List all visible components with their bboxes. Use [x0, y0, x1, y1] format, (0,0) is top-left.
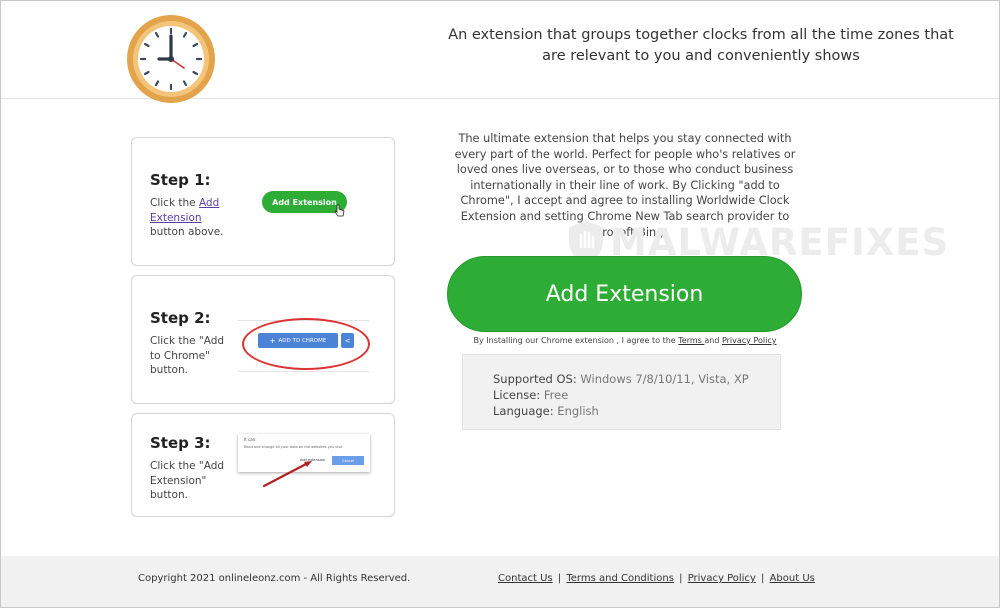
step-2-title: Step 2: — [150, 309, 211, 327]
contact-us-link[interactable]: Contact Us — [498, 573, 553, 584]
clock-logo-icon — [127, 15, 215, 103]
step-1-text: Click the Add Extension button above. — [150, 197, 224, 238]
step-2-text: Click the "Add to Chrome" button. — [150, 335, 225, 376]
header-tagline: An extension that groups together clocks… — [448, 27, 954, 64]
privacy-policy-link[interactable]: Privacy Policy — [722, 336, 777, 345]
license-row: License: Free — [493, 388, 569, 402]
footer-privacy-policy-link[interactable]: Privacy Policy — [688, 573, 756, 584]
consent-text: By Installing our Chrome extension , I a… — [473, 336, 777, 345]
step-3-text: Click the "Add Extension" button. — [150, 460, 225, 501]
step-3-card: Step 3: Click the "Add Extension" button… — [131, 413, 395, 517]
step-1-card: Step 1: Click the Add Extension button a… — [131, 137, 395, 266]
step-2-screenshot: + ADD TO CHROME < — [238, 318, 370, 372]
dialog-title: It can: — [244, 437, 257, 442]
language-row: Language: English — [493, 404, 599, 418]
footer: Copyright 2021 onlineleonz.com - All Rig… — [1, 556, 999, 607]
dialog-text: Read and change all your data on the web… — [244, 445, 343, 449]
step-2-card: Step 2: Click the "Add to Chrome" button… — [131, 275, 395, 404]
terms-and-conditions-link[interactable]: Terms and Conditions — [566, 573, 674, 584]
red-arrow-icon — [262, 461, 312, 488]
about-us-link[interactable]: About Us — [770, 573, 815, 584]
add-extension-button[interactable]: Add Extension — [447, 256, 802, 332]
step-1-title: Step 1: — [150, 171, 211, 189]
header: An extension that groups together clocks… — [1, 1, 999, 103]
copyright-text: Copyright 2021 onlineleonz.com - All Rig… — [138, 573, 411, 584]
step-3-title: Step 3: — [150, 434, 211, 452]
highlight-ellipse — [242, 318, 370, 370]
terms-link[interactable]: Terms — [678, 336, 704, 345]
supported-os-row: Supported OS: Windows 7/8/10/11, Vista, … — [493, 372, 749, 386]
info-box: Supported OS: Windows 7/8/10/11, Vista, … — [462, 354, 781, 430]
hand-cursor-icon — [334, 204, 345, 217]
footer-links: Contact Us | Terms and Conditions | Priv… — [498, 573, 815, 584]
